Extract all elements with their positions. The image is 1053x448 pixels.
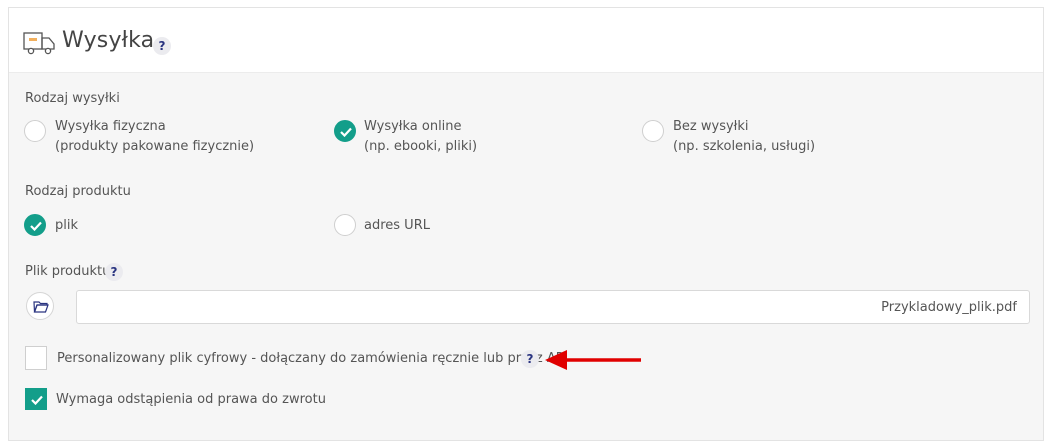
- physical-shipping-title: Wysyłka fizyczna: [55, 119, 166, 134]
- product-file-help-icon[interactable]: ?: [105, 263, 123, 281]
- online-shipping-title: Wysyłka online: [364, 119, 462, 134]
- online-shipping-label: Wysyłka online (np. ebooki, pliki): [364, 117, 477, 157]
- product-file-input[interactable]: [76, 290, 1030, 324]
- radio-physical-shipping[interactable]: [24, 120, 46, 142]
- url-option-label: adres URL: [364, 218, 430, 233]
- title-help-icon[interactable]: ?: [153, 37, 171, 55]
- file-option-label: plik: [55, 218, 79, 233]
- product-file-label: Plik produktu: [25, 264, 111, 279]
- check-icon: [30, 221, 42, 231]
- panel-header: Wysyłka ?: [9, 8, 1043, 73]
- radio-online-shipping[interactable]: [334, 120, 356, 142]
- no-shipping-title: Bez wysyłki: [673, 119, 749, 134]
- product-type-label: Rodzaj produktu: [25, 184, 131, 199]
- radio-no-shipping[interactable]: [642, 120, 664, 142]
- panel-title: Wysyłka: [62, 28, 155, 53]
- folder-icon: [33, 301, 49, 313]
- check-icon: [31, 395, 43, 405]
- personalized-file-label: Personalizowany plik cyfrowy - dołączany…: [57, 351, 568, 366]
- no-shipping-label: Bez wysyłki (np. szkolenia, usługi): [673, 117, 815, 157]
- folder-browse-button[interactable]: [26, 292, 54, 320]
- no-shipping-subtitle: (np. szkolenia, usługi): [673, 139, 816, 154]
- physical-shipping-subtitle: (produkty pakowane fizycznie): [55, 139, 255, 154]
- shipping-panel: Wysyłka ? Rodzaj wysyłki Wysyłka fizyczn…: [8, 7, 1044, 441]
- withdrawal-label: Wymaga odstąpienia od prawa do zwrotu: [56, 392, 326, 407]
- red-arrow-icon: [545, 350, 641, 370]
- personalized-help-icon[interactable]: ?: [521, 350, 539, 368]
- shipping-type-label: Rodzaj wysyłki: [25, 91, 120, 106]
- online-shipping-subtitle: (np. ebooki, pliki): [364, 139, 478, 154]
- radio-url[interactable]: [334, 214, 356, 236]
- check-icon: [340, 127, 352, 137]
- truck-icon: [23, 32, 55, 55]
- withdrawal-checkbox[interactable]: [25, 388, 47, 410]
- physical-shipping-label: Wysyłka fizyczna (produkty pakowane fizy…: [55, 117, 254, 157]
- personalized-file-checkbox[interactable]: [25, 346, 47, 370]
- radio-file[interactable]: [24, 214, 46, 236]
